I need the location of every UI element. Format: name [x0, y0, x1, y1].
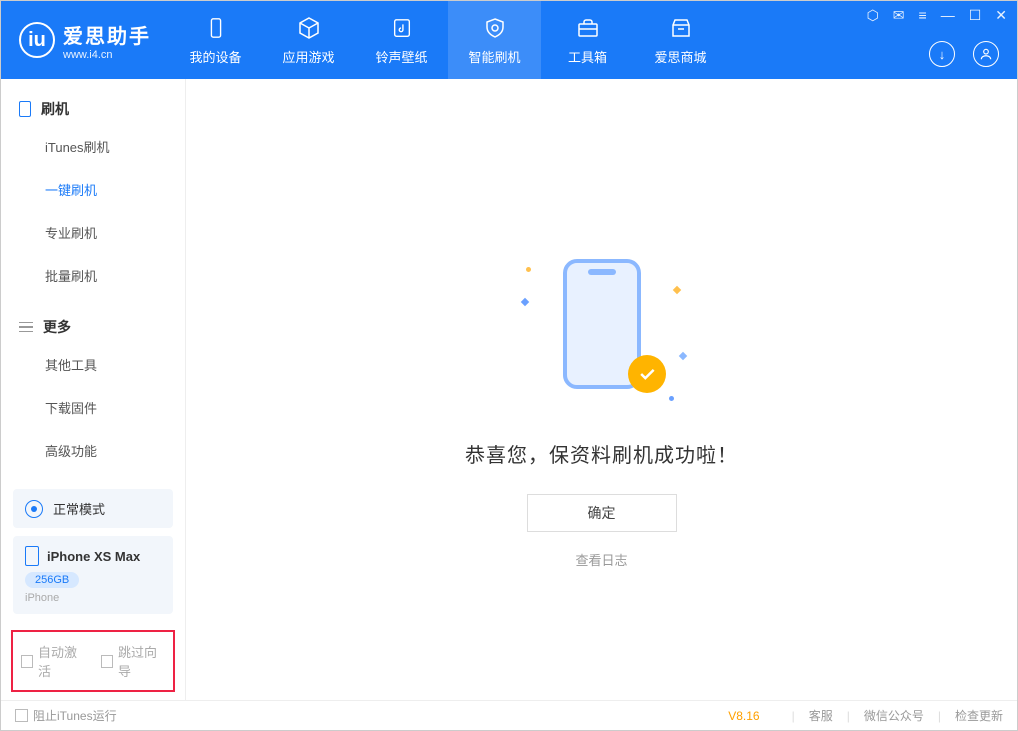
version-label: V8.16 — [728, 709, 759, 723]
ok-button[interactable]: 确定 — [527, 494, 677, 532]
minimize-button[interactable]: — — [941, 7, 955, 24]
nav-ringtones[interactable]: 铃声壁纸 — [355, 1, 448, 79]
success-illustration — [532, 259, 672, 399]
sparkle-icon — [678, 352, 686, 360]
success-message: 恭喜您，保资料刷机成功啦！ — [465, 439, 738, 468]
refresh-shield-icon — [482, 15, 508, 41]
checkbox-icon — [101, 655, 113, 668]
cube-icon — [296, 15, 322, 41]
sidebar-item-advanced[interactable]: 高级功能 — [45, 429, 185, 472]
shirt-icon[interactable]: ⬡ — [867, 7, 879, 24]
phone-icon — [19, 101, 31, 117]
nav-smart-flash[interactable]: 智能刷机 — [448, 1, 541, 79]
window-controls: ⬡ ✉ ≡ — ☐ ✕ — [867, 7, 1007, 24]
nav-my-device[interactable]: 我的设备 — [169, 1, 262, 79]
logo-icon: iu — [19, 22, 55, 58]
dot-icon — [669, 396, 674, 401]
checkmark-badge-icon — [628, 355, 666, 393]
storage-badge: 256GB — [25, 572, 79, 588]
nav-store[interactable]: 爱思商城 — [634, 1, 727, 79]
highlighted-options: 自动激活 跳过向导 — [11, 630, 175, 692]
logo-subtitle: www.i4.cn — [63, 49, 151, 61]
footer-link-service[interactable]: 客服 — [809, 707, 833, 724]
toolbox-icon — [575, 15, 601, 41]
view-log-link[interactable]: 查看日志 — [575, 550, 627, 569]
device-type: iPhone — [25, 592, 161, 604]
close-button[interactable]: ✕ — [995, 7, 1007, 24]
list-icon — [19, 322, 33, 333]
logo-title: 爱思助手 — [63, 20, 151, 49]
sidebar-section-flash: 刷机 — [1, 93, 185, 125]
main-content: 恭喜您，保资料刷机成功啦！ 确定 查看日志 — [186, 79, 1017, 700]
device-name: iPhone XS Max — [47, 549, 140, 564]
sidebar-item-oneclick-flash[interactable]: 一键刷机 — [45, 168, 185, 211]
mode-label: 正常模式 — [53, 499, 105, 518]
sparkle-icon — [672, 286, 680, 294]
sparkle-icon — [520, 298, 528, 306]
sidebar-item-other-tools[interactable]: 其他工具 — [45, 343, 185, 386]
store-icon — [668, 15, 694, 41]
sidebar-item-pro-flash[interactable]: 专业刷机 — [45, 211, 185, 254]
device-mode-box[interactable]: 正常模式 — [13, 489, 173, 528]
maximize-button[interactable]: ☐ — [969, 7, 982, 24]
download-icon[interactable]: ↓ — [929, 41, 955, 67]
sidebar-item-download-firmware[interactable]: 下载固件 — [45, 386, 185, 429]
checkbox-auto-activate[interactable]: 自动激活 — [21, 642, 85, 680]
user-icon[interactable] — [973, 41, 999, 67]
checkbox-skip-guide[interactable]: 跳过向导 — [101, 642, 165, 680]
nav-apps-games[interactable]: 应用游戏 — [262, 1, 355, 79]
feedback-icon[interactable]: ✉ — [893, 7, 905, 24]
footer-link-update[interactable]: 检查更新 — [955, 707, 1003, 724]
mode-icon — [25, 500, 43, 518]
checkbox-icon — [15, 709, 28, 722]
sidebar: 刷机 iTunes刷机 一键刷机 专业刷机 批量刷机 更多 其他工具 下载固件 … — [1, 79, 186, 700]
sidebar-item-batch-flash[interactable]: 批量刷机 — [45, 254, 185, 297]
logo-area: iu 爱思助手 www.i4.cn — [1, 1, 169, 79]
nav-toolbox[interactable]: 工具箱 — [541, 1, 634, 79]
checkbox-block-itunes[interactable]: 阻止iTunes运行 — [15, 707, 117, 724]
checkbox-icon — [21, 655, 33, 668]
music-icon — [389, 15, 415, 41]
sidebar-item-itunes-flash[interactable]: iTunes刷机 — [45, 125, 185, 168]
menu-icon[interactable]: ≡ — [919, 7, 927, 24]
sidebar-section-more: 更多 — [1, 311, 185, 343]
device-phone-icon — [25, 546, 39, 566]
status-bar: 阻止iTunes运行 V8.16 | 客服 | 微信公众号 | 检查更新 — [1, 700, 1017, 730]
app-header: iu 爱思助手 www.i4.cn 我的设备 应用游戏 铃声壁纸 智能刷机 工具… — [1, 1, 1017, 79]
device-icon — [203, 15, 229, 41]
footer-link-wechat[interactable]: 微信公众号 — [864, 707, 924, 724]
main-nav: 我的设备 应用游戏 铃声壁纸 智能刷机 工具箱 爱思商城 — [169, 1, 727, 79]
device-card[interactable]: iPhone XS Max 256GB iPhone — [13, 536, 173, 614]
dot-icon — [526, 267, 531, 272]
